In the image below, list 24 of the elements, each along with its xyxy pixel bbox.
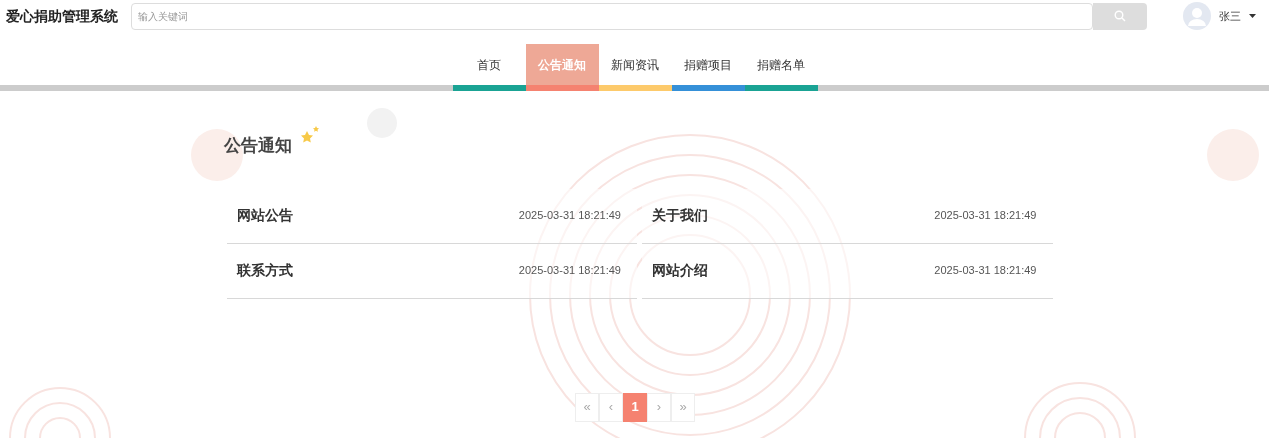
site-title: 爱心捐助管理系统: [6, 6, 119, 26]
notice-item[interactable]: 网站公告 2025-03-31 18:21:49: [226, 188, 637, 244]
notice-time: 2025-03-31 18:21:49: [518, 208, 621, 224]
notice-title: 联系方式: [236, 261, 293, 280]
nav-tab[interactable]: 捐赠名单: [744, 44, 818, 85]
notice-title: 网站介绍: [652, 261, 708, 280]
nav-tab[interactable]: 首页: [452, 44, 526, 85]
nav-tab[interactable]: 捐赠项目: [671, 44, 745, 85]
stars-icon: [298, 125, 321, 143]
notice-time: 2025-03-31 18:21:49: [518, 263, 621, 279]
avatar-icon: [1183, 2, 1211, 30]
notice-item[interactable]: 关于我们 2025-03-31 18:21:49: [642, 188, 1053, 244]
notice-item[interactable]: 联系方式 2025-03-31 18:21:49: [226, 243, 637, 299]
user-name[interactable]: 张三: [1219, 7, 1241, 25]
search-icon: [1114, 10, 1126, 22]
notice-time: 2025-03-31 18:21:49: [934, 208, 1037, 224]
notice-item[interactable]: 网站介绍 2025-03-31 18:21:49: [642, 243, 1053, 299]
notice-title: 网站公告: [236, 206, 293, 225]
section-title: 公告通知: [223, 135, 292, 157]
nav-tab[interactable]: 新闻资讯: [598, 44, 672, 85]
notice-title: 关于我们: [652, 206, 708, 225]
caret-icon[interactable]: [1249, 14, 1256, 18]
notice-time: 2025-03-31 18:21:49: [934, 263, 1037, 279]
search-field[interactable]: 输入关键词: [131, 2, 1093, 30]
